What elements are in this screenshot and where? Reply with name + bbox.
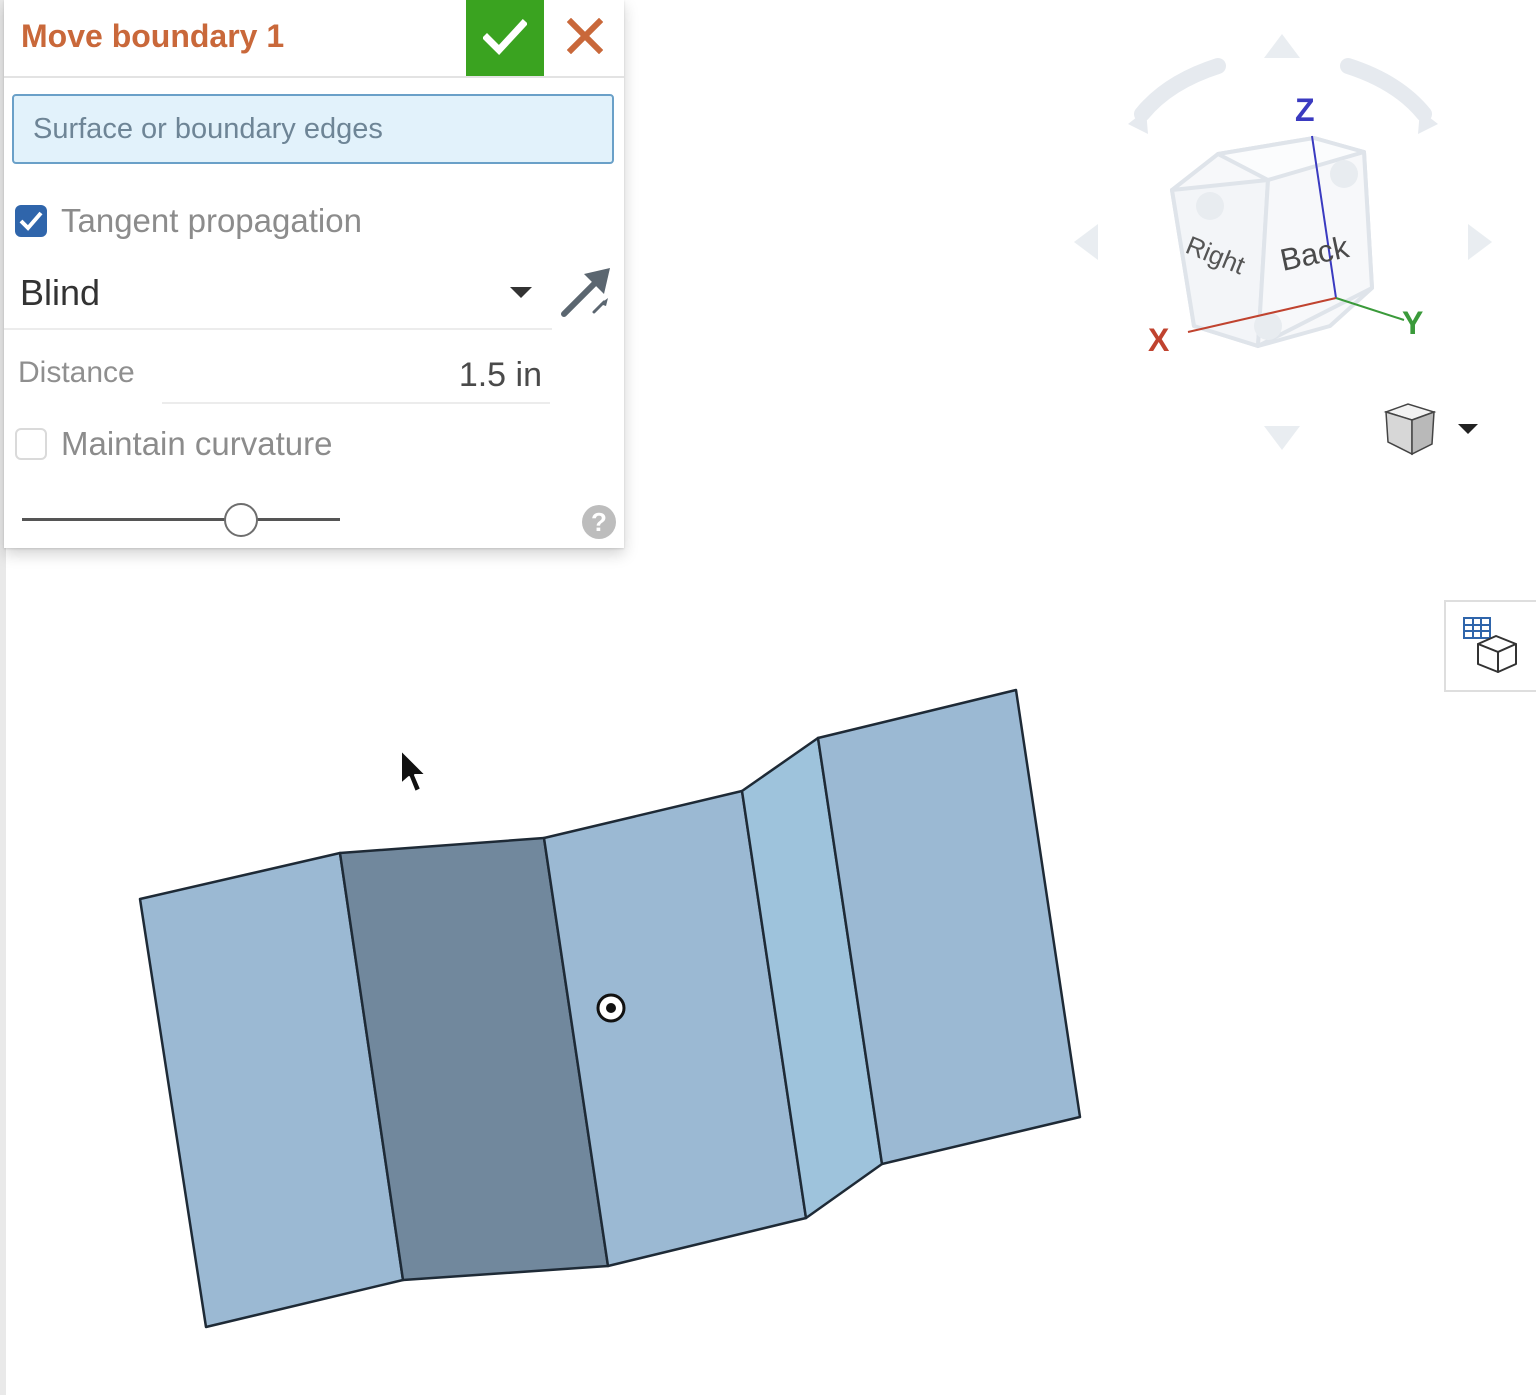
distance-label: Distance — [18, 356, 135, 389]
named-views-button[interactable] — [1444, 600, 1536, 692]
rotate-right-arrow-icon — [1340, 58, 1432, 122]
check-icon — [483, 19, 527, 56]
chevron-down-icon — [510, 287, 532, 298]
dialog-title: Move boundary 1 — [21, 18, 285, 54]
cancel-button[interactable] — [550, 0, 620, 76]
tangent-propagation-checkbox[interactable] — [15, 205, 47, 237]
shaded-cube-icon — [1383, 403, 1437, 456]
view-left-arrow-icon — [1074, 224, 1098, 260]
tangent-propagation-option[interactable]: Tangent propagation — [15, 201, 435, 241]
distance-value: 1.5 in — [458, 356, 542, 394]
rollback-slider[interactable] — [22, 500, 340, 540]
flip-direction-button[interactable] — [558, 264, 616, 322]
maintain-curvature-option[interactable]: Maintain curvature — [15, 424, 395, 464]
maintain-curvature-label: Maintain curvature — [61, 425, 333, 462]
accept-button[interactable] — [466, 0, 544, 76]
dialog-header: Move boundary 1 — [4, 0, 624, 78]
move-boundary-dialog: Move boundary 1 Surface or boundary edge… — [4, 0, 624, 548]
axis-label-z: Z — [1295, 92, 1315, 128]
view-up-arrow-icon — [1264, 34, 1300, 58]
end-type-value: Blind — [20, 272, 101, 313]
selection-field[interactable]: Surface or boundary edges — [12, 94, 614, 164]
named-views-icon — [1463, 617, 1517, 673]
help-icon[interactable]: ? — [582, 505, 616, 539]
view-mode-dropdown[interactable] — [1380, 400, 1490, 458]
cube-corner — [1196, 192, 1224, 220]
tangent-propagation-label: Tangent propagation — [61, 202, 362, 239]
axis-label-y: Y — [1402, 305, 1424, 341]
view-down-arrow-icon — [1264, 426, 1300, 450]
caret-down-icon — [1458, 424, 1478, 434]
mouse-cursor-icon — [400, 749, 427, 793]
end-type-dropdown[interactable]: Blind — [4, 256, 552, 330]
flip-direction-icon — [561, 268, 610, 317]
manipulator-origin-icon[interactable] — [596, 993, 626, 1023]
maintain-curvature-checkbox[interactable] — [15, 428, 47, 460]
view-right-arrow-icon — [1468, 224, 1492, 260]
close-icon — [567, 18, 603, 54]
slider-track — [22, 518, 340, 521]
cube-corner — [1330, 160, 1358, 188]
slider-thumb[interactable] — [224, 503, 259, 537]
axis-label-x: X — [1148, 322, 1170, 358]
checkmark-icon — [19, 211, 43, 231]
rotate-left-arrow-icon — [1134, 58, 1226, 122]
distance-input[interactable]: 1.5 in — [162, 344, 550, 404]
